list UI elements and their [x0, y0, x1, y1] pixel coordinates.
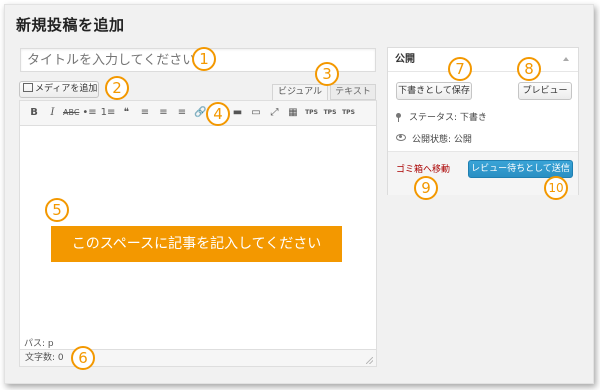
callout-4: 4 — [206, 102, 230, 126]
callout-2: 2 — [105, 76, 129, 100]
blockquote-button[interactable]: ❝ — [119, 105, 135, 121]
preview-button[interactable]: プレビュー — [518, 82, 572, 100]
callout-9: 9 — [414, 176, 438, 200]
page-title: 新規投稿を追加 — [16, 16, 125, 34]
callout-10: 10 — [544, 176, 568, 200]
align-right-button[interactable]: ≡ — [174, 105, 190, 121]
numbered-list-button[interactable]: 1≡ — [100, 105, 116, 121]
publish-box: 公開 下書きとして保存 プレビュー ステータス: 下書き 公開状態: 公開 ゴミ… — [387, 47, 579, 195]
callout-6: 6 — [71, 346, 95, 370]
bold-button[interactable]: B — [26, 105, 42, 121]
publish-box-header[interactable]: 公開 — [388, 48, 578, 72]
callout-3: 3 — [315, 62, 339, 86]
media-icon — [23, 83, 33, 92]
editor-toolbar: B I ABC •≡ 1≡ ❝ ≡ ≡ ≡ 🔗 ⛓ ▬ ▭ ⤢ ▦ TPS TP… — [19, 100, 377, 126]
align-left-button[interactable]: ≡ — [137, 105, 153, 121]
collapse-arrow-icon[interactable] — [563, 57, 569, 61]
align-center-button[interactable]: ≡ — [156, 105, 172, 121]
callout-5: 5 — [45, 198, 69, 222]
status-row: ステータス: 下書き — [396, 110, 487, 123]
pin-icon — [396, 113, 401, 122]
publish-box-title: 公開 — [395, 54, 415, 65]
save-draft-button[interactable]: 下書きとして保存 — [396, 82, 472, 100]
instruction-banner: このスペースに記事を記入してください — [51, 226, 342, 262]
bullet-list-button[interactable]: •≡ — [82, 105, 98, 121]
add-media-button[interactable]: メディアを追加 — [19, 81, 99, 98]
tps-button-3[interactable]: TPS — [341, 105, 357, 121]
visibility-text: 公開状態: 公開 — [412, 135, 472, 145]
add-media-label: メディアを追加 — [35, 84, 98, 94]
visibility-row: 公開状態: 公開 — [396, 132, 472, 145]
tab-visual[interactable]: ビジュアル — [272, 84, 328, 100]
callout-7: 7 — [448, 57, 472, 81]
tps-button-2[interactable]: TPS — [322, 105, 338, 121]
resize-handle[interactable] — [366, 357, 373, 364]
status-text: ステータス: 下書き — [409, 113, 487, 123]
italic-button[interactable]: I — [45, 105, 61, 121]
tps-button-1[interactable]: TPS — [304, 105, 320, 121]
eye-icon — [396, 134, 406, 141]
fullscreen-button[interactable]: ⤢ — [267, 105, 283, 121]
callout-1: 1 — [192, 47, 216, 71]
tab-text[interactable]: テキスト — [330, 84, 376, 100]
toolbar-toggle-button[interactable]: ▦ — [285, 105, 301, 121]
strikethrough-button[interactable]: ABC — [63, 105, 79, 121]
page-break-button[interactable]: ▭ — [248, 105, 264, 121]
word-count: 文字数: 0 — [25, 353, 64, 363]
callout-8: 8 — [517, 57, 541, 81]
move-to-trash-link[interactable]: ゴミ箱へ移動 — [396, 162, 450, 175]
read-more-button[interactable]: ▬ — [230, 105, 246, 121]
